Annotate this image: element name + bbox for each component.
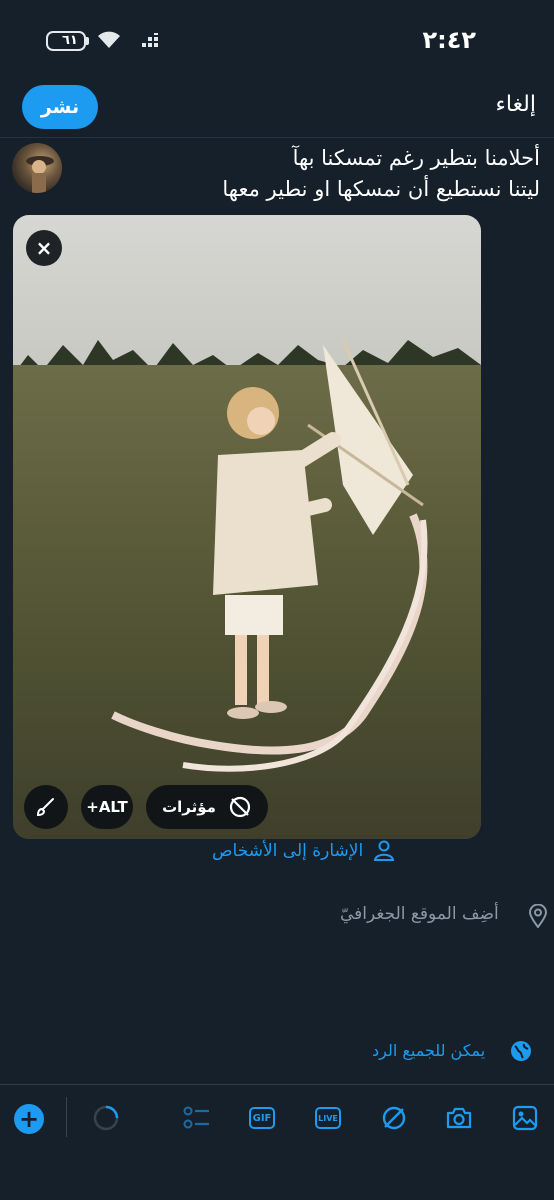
- avatar-image: [26, 156, 54, 193]
- remove-media-button[interactable]: ×: [26, 230, 62, 266]
- tweet-text-input[interactable]: أحلامنا بتطير رغم تمسكنا بهآ ليتنا نستطي…: [80, 143, 540, 205]
- globe-icon[interactable]: [510, 1040, 532, 1062]
- location-pin-icon: [528, 904, 548, 928]
- status-bar: ٢:٤٢ ٦١: [0, 0, 554, 80]
- cancel-button[interactable]: إلغاء: [496, 92, 536, 117]
- alt-text-button[interactable]: +ALT: [81, 785, 133, 829]
- battery-tip: [86, 37, 89, 45]
- avatar[interactable]: [12, 143, 62, 193]
- signal-icon: [142, 33, 158, 47]
- effects-label: مؤثرات: [162, 798, 216, 816]
- gif-label: GIF: [252, 1112, 272, 1124]
- effects-button[interactable]: مؤثرات: [146, 785, 268, 829]
- no-effects-icon: [382, 1106, 406, 1130]
- effects-toolbar-button[interactable]: [377, 1101, 411, 1135]
- add-thread-button[interactable]: +: [14, 1104, 44, 1134]
- battery-level: ٦١: [62, 33, 78, 48]
- camera-icon: [446, 1107, 472, 1129]
- media-attachment[interactable]: [13, 215, 481, 839]
- photo-subject: [111, 339, 428, 772]
- person-icon: [373, 840, 395, 861]
- poll-icon: [183, 1106, 209, 1129]
- battery-icon: ٦١: [46, 31, 86, 51]
- image-button[interactable]: [508, 1101, 542, 1135]
- live-icon: LIVE: [315, 1107, 341, 1129]
- edit-media-button[interactable]: [24, 785, 68, 829]
- wifi-icon: [98, 31, 120, 48]
- add-location-link[interactable]: أضِف الموقع الجغرافيّ: [340, 904, 499, 924]
- header-divider: [0, 137, 554, 138]
- live-label: LIVE: [318, 1113, 338, 1123]
- post-button[interactable]: نشر: [22, 85, 98, 129]
- tag-people-link[interactable]: الإشارة إلى الأشخاص: [212, 841, 363, 861]
- progress-circle-icon: [93, 1105, 119, 1131]
- camera-button[interactable]: [442, 1101, 476, 1135]
- character-count-circle: [89, 1101, 123, 1135]
- toolbar-separator: [66, 1097, 67, 1137]
- reply-setting-link[interactable]: يمكن للجميع الرد: [372, 1041, 485, 1060]
- poll-button[interactable]: [180, 1101, 214, 1135]
- status-time: ٢:٤٢: [422, 26, 476, 54]
- brush-icon: [36, 798, 54, 817]
- no-effects-icon: [229, 796, 251, 818]
- close-icon: ×: [35, 236, 53, 260]
- live-button[interactable]: LIVE: [311, 1101, 345, 1135]
- image-icon: [512, 1105, 538, 1131]
- gif-icon: GIF: [249, 1107, 275, 1129]
- toolbar-divider: [0, 1084, 554, 1085]
- gif-button[interactable]: GIF: [245, 1101, 279, 1135]
